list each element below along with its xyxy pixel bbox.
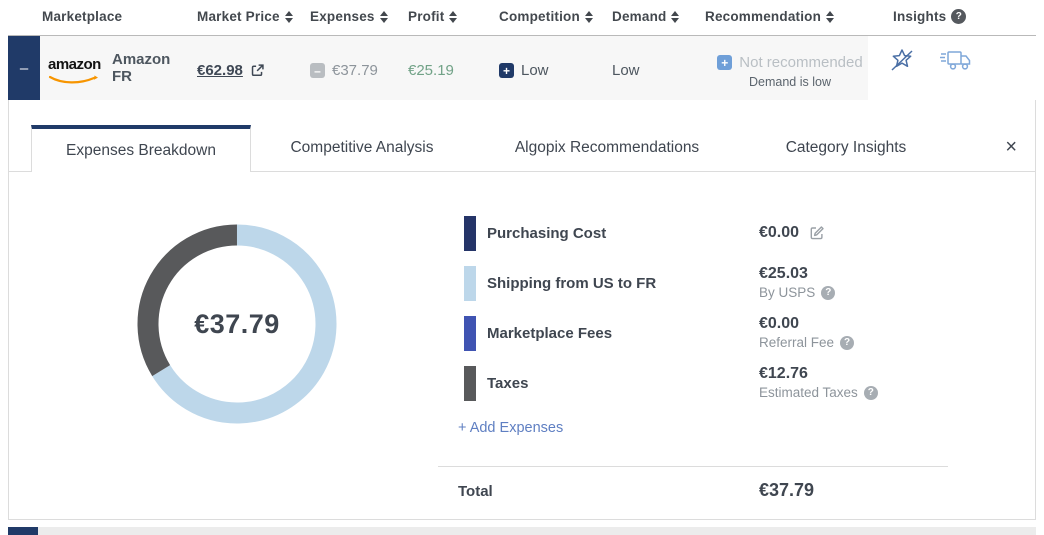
recommendation-value: Not recommended — [739, 54, 863, 71]
legend-swatch — [464, 366, 476, 401]
profit-cell: €25.19 — [408, 62, 454, 79]
expense-label: Purchasing Cost — [487, 225, 607, 242]
competition-plus-icon[interactable]: + — [499, 63, 514, 78]
expenses-cell: – €37.79 — [310, 62, 378, 79]
insights-cell — [868, 36, 1036, 101]
expenses-breakdown-panel: Expenses Breakdown Competitive Analysis … — [8, 100, 1036, 520]
market-price-cell: €62.98 — [197, 62, 265, 79]
expense-label: Marketplace Fees — [487, 325, 613, 342]
expense-item-taxes: Taxes €12.76 Estimated Taxes ? — [456, 362, 976, 412]
competition-value: Low — [521, 62, 549, 79]
recommendation-cell: + Not recommended Demand is low — [705, 54, 875, 89]
expense-sub-label: By USPS — [759, 285, 816, 300]
expenses-value: €37.79 — [332, 62, 378, 79]
expense-value: €25.03 — [759, 265, 808, 282]
expenses-legend: Purchasing Cost €0.00 Shipping from US t… — [456, 212, 976, 412]
sort-icon[interactable] — [449, 10, 458, 23]
total-divider — [438, 466, 948, 467]
sort-icon[interactable] — [584, 10, 593, 23]
legend-swatch — [464, 216, 476, 251]
algopix-marketplace-table: Marketplace Market Price Expenses Profit… — [0, 0, 1044, 535]
marketplace-row-amazon-fr: – amazon Amazon FR €62.98 – €37.79 €25.1… — [8, 35, 1036, 101]
help-icon[interactable]: ? — [951, 9, 967, 24]
expense-item-shipping: Shipping from US to FR €25.03 By USPS ? — [456, 262, 976, 312]
col-header-competition[interactable]: Competition — [499, 9, 593, 24]
col-header-market-price[interactable]: Market Price — [197, 9, 293, 24]
col-header-expenses[interactable]: Expenses — [310, 9, 388, 24]
recommendation-note: Demand is low — [749, 75, 831, 89]
add-expenses-link[interactable]: + Add Expenses — [458, 420, 563, 436]
total-label: Total — [458, 483, 493, 500]
sort-icon[interactable] — [379, 10, 388, 23]
next-table-row-partial — [8, 527, 1036, 535]
close-panel-icon[interactable]: × — [1005, 137, 1017, 157]
help-icon[interactable]: ? — [840, 335, 855, 350]
competition-cell: + Low — [499, 62, 549, 79]
sort-icon[interactable] — [826, 10, 835, 23]
edit-icon[interactable] — [809, 225, 825, 241]
expense-item-marketplace-fees: Marketplace Fees €0.00 Referral Fee ? — [456, 312, 976, 362]
expense-label: Shipping from US to FR — [487, 275, 657, 292]
tab-algopix-recommendations[interactable]: Algopix Recommendations — [473, 125, 741, 171]
external-link-icon[interactable] — [250, 63, 265, 78]
expense-value: €0.00 — [759, 315, 800, 332]
amazon-smile-icon — [48, 75, 98, 84]
table-header-row: Marketplace Market Price Expenses Profit… — [0, 0, 1044, 35]
tab-bar: Expenses Breakdown Competitive Analysis … — [9, 125, 1035, 172]
col-header-insights: Insights? — [893, 9, 967, 24]
collapse-row-button[interactable]: – — [8, 36, 40, 101]
marketplace-name: Amazon FR — [112, 51, 171, 85]
expense-value: €12.76 — [759, 365, 808, 382]
legend-swatch — [464, 316, 476, 351]
col-header-demand[interactable]: Demand — [612, 9, 680, 24]
tab-competitive-analysis[interactable]: Competitive Analysis — [251, 125, 473, 171]
expense-sub-label: Estimated Taxes — [759, 385, 858, 400]
no-bestseller-icon[interactable] — [888, 46, 916, 74]
expenses-donut-chart: €37.79 — [131, 218, 343, 430]
donut-center-label: €37.79 — [194, 308, 280, 339]
tab-category-insights[interactable]: Category Insights — [741, 125, 951, 171]
demand-cell: Low — [612, 62, 640, 79]
profit-value: €25.19 — [408, 62, 454, 79]
help-icon[interactable]: ? — [863, 385, 878, 400]
expense-sub-label: Referral Fee — [759, 335, 835, 350]
col-header-recommendation[interactable]: Recommendation — [705, 9, 835, 24]
col-header-profit[interactable]: Profit — [408, 9, 458, 24]
legend-swatch — [464, 266, 476, 301]
shipping-truck-icon[interactable] — [940, 48, 972, 74]
market-price-link[interactable]: €62.98 — [197, 62, 243, 79]
expense-label: Taxes — [487, 375, 529, 392]
expenses-minus-icon[interactable]: – — [310, 63, 325, 78]
sort-icon[interactable] — [671, 10, 680, 23]
amazon-logo: amazon — [48, 57, 104, 90]
sort-icon[interactable] — [284, 10, 293, 23]
tab-expenses-breakdown[interactable]: Expenses Breakdown — [31, 125, 251, 172]
next-row-expander[interactable] — [8, 527, 38, 535]
expense-item-purchasing-cost: Purchasing Cost €0.00 — [456, 212, 976, 262]
col-header-marketplace: Marketplace — [42, 9, 123, 24]
recommendation-plus-icon[interactable]: + — [717, 55, 733, 70]
expense-value: €0.00 — [759, 224, 800, 241]
help-icon[interactable]: ? — [821, 285, 836, 300]
demand-value: Low — [612, 62, 640, 79]
total-value: €37.79 — [759, 480, 815, 500]
